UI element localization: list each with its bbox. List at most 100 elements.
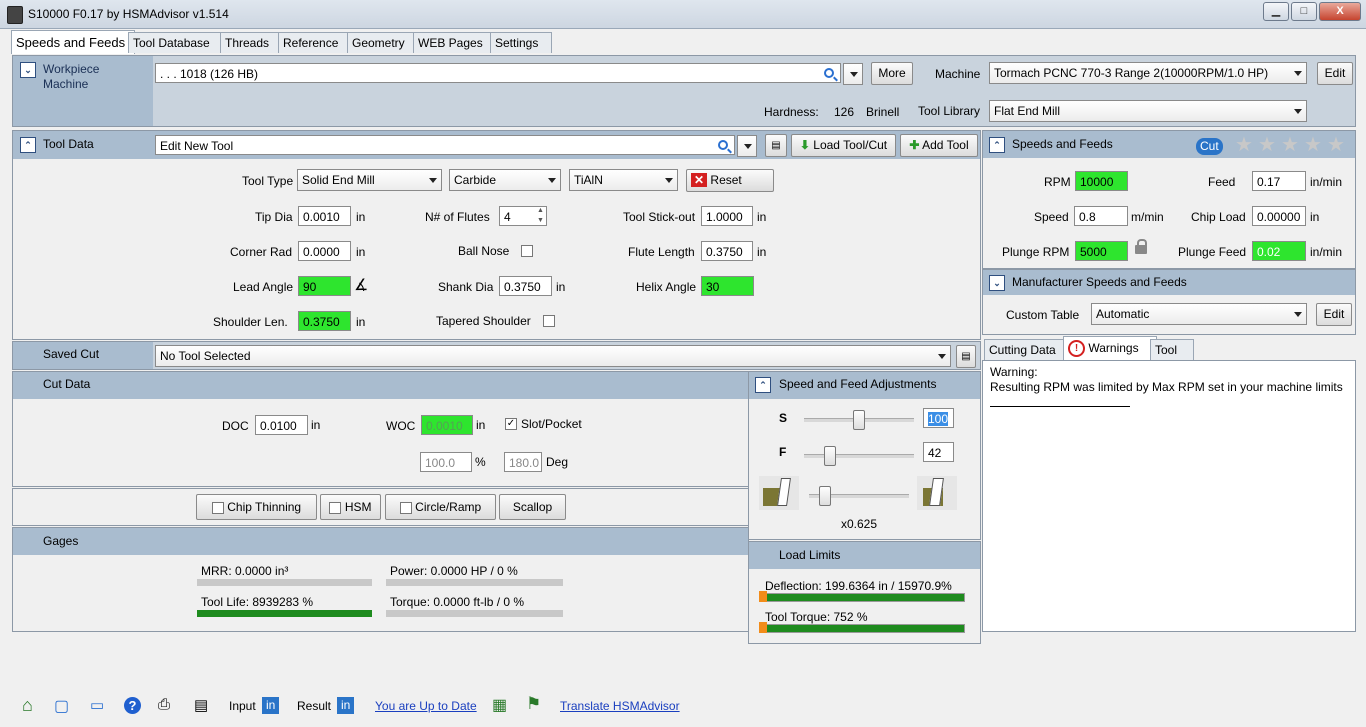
material-dropdown[interactable] [843,63,863,85]
star-icon[interactable]: ★ [1258,135,1276,155]
tool-name-field[interactable]: Edit New Tool [155,135,735,155]
custom-table-select[interactable]: Automatic [1091,303,1307,325]
plunge-feed-output[interactable]: 0.02 [1252,241,1306,261]
load-tool-button[interactable]: ⬇ Load Tool/Cut [791,134,896,157]
machine-edit-button[interactable]: Edit [1317,62,1353,85]
star-icon[interactable]: ★ [1304,135,1322,155]
tab-threads[interactable]: Threads [220,32,282,53]
flag-icon[interactable]: ⚑ [526,694,541,714]
shank-dia-input[interactable]: 0.3750 [499,276,552,296]
coating-select[interactable]: TiAlN [569,169,678,191]
chip-thinning-checkbox[interactable] [211,501,224,514]
stickout-input[interactable]: 1.0000 [701,206,753,226]
lock-icon[interactable] [1135,239,1147,254]
cut-badge[interactable]: Cut [1196,138,1223,155]
scallop-button[interactable]: Scallop [499,494,566,520]
tab-cutting-data[interactable]: Cutting Data [984,339,1070,360]
custom-table-edit-button[interactable]: Edit [1316,303,1352,326]
stepper-icon[interactable]: ▲ ▼ [537,206,544,226]
input-unit-toggle[interactable]: in [262,697,280,714]
speed-slider-thumb[interactable] [853,410,865,430]
clipboard-icon[interactable]: ▤ [765,134,787,157]
hsm-checkbox[interactable] [329,501,342,514]
tab-reference[interactable]: Reference [278,32,352,53]
close-button[interactable]: X [1319,2,1361,21]
maximize-button[interactable]: □ [1291,2,1317,21]
divider [990,406,1130,407]
chip-load-output[interactable]: 0.00000 [1252,206,1306,226]
print-icon[interactable]: ⎙ [158,696,170,713]
tool-dropdown[interactable] [737,135,757,157]
comment-icon[interactable]: ▭ [90,696,104,714]
home-icon[interactable]: ⌂ [22,695,33,716]
tool-library-select[interactable]: Flat End Mill [989,100,1307,122]
mrr-gauge [197,579,372,586]
saved-cut-select[interactable]: No Tool Selected [155,345,951,367]
tool-type-select[interactable]: Solid End Mill [297,169,442,191]
tab-tool-database[interactable]: Tool Database [128,32,223,53]
translate-link[interactable]: Translate HSMAdvisor [560,699,680,713]
chat-icon[interactable]: ▢ [54,696,69,716]
flute-length-input[interactable]: 0.3750 [701,241,753,261]
tab-warnings[interactable]: ! Warnings [1063,336,1157,360]
woc-percent-input[interactable]: 100.0 [420,452,472,472]
speed-output[interactable]: 0.8 [1074,206,1128,226]
helix-angle-input[interactable]: 30 [701,276,754,296]
chevron-down-icon[interactable]: ⌄ [989,275,1005,291]
more-button[interactable]: More [871,62,913,85]
star-icon[interactable]: ★ [1281,135,1299,155]
search-icon[interactable] [824,68,834,78]
engagement-angle-input[interactable]: 180.0 [504,452,542,472]
tab-speeds-and-feeds[interactable]: Speeds and Feeds [11,30,135,54]
chevron-up-icon[interactable]: ⌃ [20,137,36,153]
lead-angle-input[interactable]: 90 [298,276,351,296]
chevron-up-icon[interactable]: ⌃ [755,377,771,393]
feed-override-input[interactable]: 42 [923,442,954,462]
tab-web-pages[interactable]: WEB Pages [413,32,494,53]
search-icon[interactable] [718,140,728,150]
circle-ramp-button[interactable]: Circle/Ramp [385,494,496,520]
tapered-shoulder-checkbox[interactable] [543,315,555,327]
doc-input[interactable]: 0.0100 [255,415,308,435]
speed-override-input[interactable]: 100 [923,408,954,428]
hsm-button[interactable]: HSM [320,494,381,520]
slot-pocket-checkbox[interactable]: ✓ [505,418,517,430]
ball-nose-checkbox[interactable] [521,245,533,257]
help-icon[interactable]: ? [124,697,141,714]
engagement-slider-thumb[interactable] [819,486,831,506]
app-icon [7,6,23,24]
minimize-button[interactable]: ▁ [1263,2,1289,21]
corner-rad-input[interactable]: 0.0000 [298,241,351,261]
notes-icon[interactable]: ▤ [194,696,208,714]
shoulder-len-input[interactable]: 0.3750 [298,311,351,331]
update-status-link[interactable]: You are Up to Date [375,699,477,713]
plunge-rpm-output[interactable]: 5000 [1075,241,1128,261]
tab-geometry[interactable]: Geometry [347,32,418,53]
woc-input[interactable]: 0.0010 [421,415,473,435]
tab-tool[interactable]: Tool [1150,339,1194,360]
corner-rad-label: Corner Rad [230,245,293,259]
chip-thinning-button[interactable]: Chip Thinning [196,494,317,520]
chevron-down-icon[interactable]: ⌄ [20,62,36,78]
chevron-up-icon[interactable]: ⌃ [989,137,1005,153]
tip-dia-input[interactable]: 0.0010 [298,206,351,226]
tool-life-label: Tool Life: 8939283 % [201,595,314,609]
tool-material-select[interactable]: Carbide [449,169,561,191]
star-icon[interactable]: ★ [1327,135,1345,155]
feed-slider-track[interactable] [804,454,914,458]
clipboard-icon[interactable]: ▤ [956,345,976,368]
feed-slider-thumb[interactable] [824,446,836,466]
reset-button[interactable]: ✕ Reset [686,169,774,192]
saved-cut-label: Saved Cut [43,347,100,361]
star-icon[interactable]: ★ [1235,135,1253,155]
feed-output[interactable]: 0.17 [1252,171,1306,191]
rpm-output[interactable]: 10000 [1075,171,1128,191]
database-icon[interactable]: ▦ [492,695,507,715]
tab-settings[interactable]: Settings [490,32,552,53]
machine-select[interactable]: Tormach PCNC 770-3 Range 2(10000RPM/1.0 … [989,62,1307,84]
material-field[interactable]: . . . 1018 (126 HB) [155,63,841,83]
circle-ramp-checkbox[interactable] [399,501,412,514]
add-tool-button[interactable]: ✚ Add Tool [900,134,978,157]
tool-data-header: Tool Data [43,137,94,151]
result-unit-toggle[interactable]: in [337,697,355,714]
